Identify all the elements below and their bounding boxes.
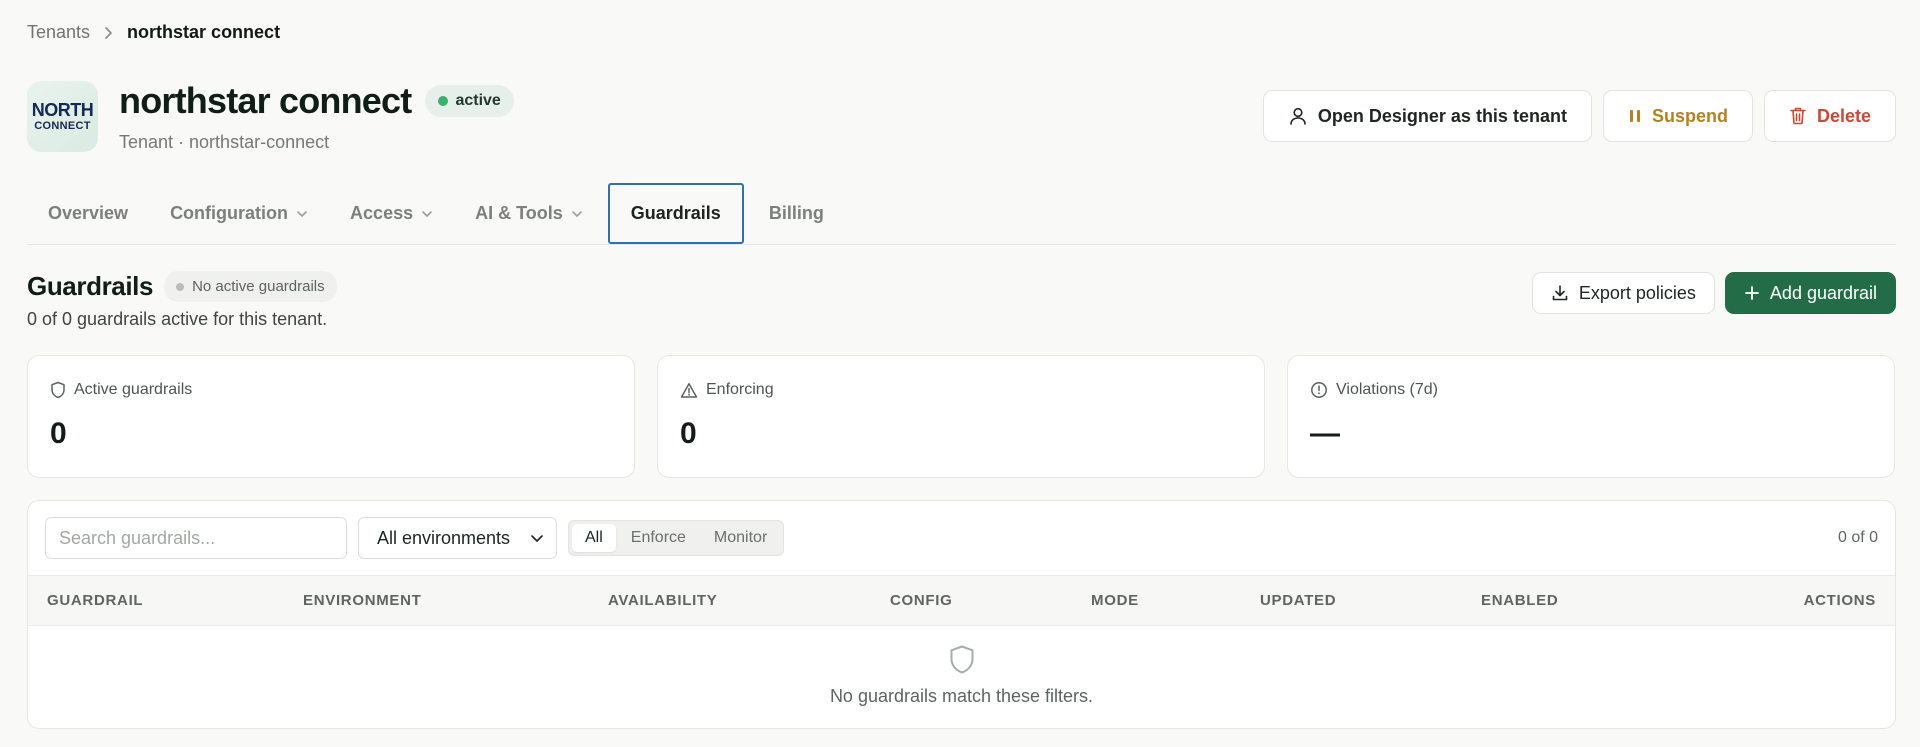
download-icon <box>1552 285 1568 301</box>
mode-filter-segmented: All Enforce Monitor <box>568 520 785 556</box>
status-dot-icon <box>176 282 185 291</box>
stat-card-active: Active guardrails 0 <box>27 355 635 478</box>
open-designer-label: Open Designer as this tenant <box>1317 105 1567 126</box>
tab-label: Overview <box>48 203 129 223</box>
tenant-tabs: Overview Configuration Access AI & Tools… <box>27 183 1896 245</box>
open-designer-button[interactable]: Open Designer as this tenant <box>1262 90 1592 142</box>
mode-filter-all[interactable]: All <box>572 524 616 552</box>
stat-label: Violations (7d) <box>1336 381 1438 398</box>
column-header-updated[interactable]: UPDATED <box>1260 576 1336 625</box>
tenant-logo: NORTH CONNECT <box>27 81 98 152</box>
tab-configuration[interactable]: Configuration <box>149 183 329 244</box>
table-toolbar: All environments All Enforce Monitor 0 o… <box>45 517 1878 559</box>
user-icon <box>1290 107 1306 125</box>
plus-icon <box>1745 286 1759 300</box>
empty-state-message: No guardrails match these filters. <box>829 686 1094 706</box>
logo-text-north: NORTH <box>31 100 94 120</box>
stat-label-row: Active guardrails <box>50 381 192 399</box>
trash-icon <box>1790 107 1806 125</box>
page-title: northstar connect <box>119 80 412 121</box>
breadcrumb-current: northstar connect <box>127 22 281 42</box>
stat-label: Active guardrails <box>74 381 193 398</box>
results-count: 0 of 0 <box>1837 529 1878 546</box>
guardrails-title-row: Guardrails No active guardrails <box>27 271 337 302</box>
tab-access[interactable]: Access <box>329 183 454 244</box>
stat-value: 0 <box>680 417 697 450</box>
add-guardrail-label: Add guardrail <box>1769 282 1877 303</box>
guardrails-status-badge: No active guardrails <box>164 271 337 302</box>
mode-filter-enforce[interactable]: Enforce <box>618 524 699 552</box>
column-header-mode[interactable]: MODE <box>1091 576 1139 625</box>
status-badge: active <box>425 85 514 117</box>
search-input[interactable] <box>45 517 347 559</box>
chevron-down-icon <box>422 210 432 217</box>
stat-label-row: Enforcing <box>680 381 774 399</box>
empty-state: No guardrails match these filters. <box>28 644 1895 707</box>
suspend-button[interactable]: Suspend <box>1602 90 1753 142</box>
guardrails-table-panel: All environments All Enforce Monitor 0 o… <box>27 500 1896 729</box>
tab-overview[interactable]: Overview <box>27 183 149 244</box>
stat-cards: Active guardrails 0 Enforcing 0 Violatio… <box>27 355 1895 478</box>
stat-label-row: Violations (7d) <box>1310 381 1438 399</box>
add-guardrail-button[interactable]: Add guardrail <box>1724 272 1896 314</box>
column-header-enabled[interactable]: ENABLED <box>1481 576 1558 625</box>
column-header-config[interactable]: CONFIG <box>890 576 953 625</box>
header-actions: Open Designer as this tenant Suspend Del… <box>1262 90 1896 142</box>
tab-label: Configuration <box>170 203 289 223</box>
delete-label: Delete <box>1816 105 1871 126</box>
delete-button[interactable]: Delete <box>1763 90 1896 142</box>
mode-filter-monitor[interactable]: Monitor <box>701 524 780 552</box>
guardrails-actions: Export policies Add guardrail <box>1531 272 1896 314</box>
chevron-down-icon <box>571 210 582 217</box>
tab-ai-tools[interactable]: AI & Tools <box>454 183 604 244</box>
stat-value: 0 <box>50 417 67 450</box>
suspend-label: Suspend <box>1651 105 1728 126</box>
warning-icon <box>680 382 698 398</box>
stat-card-violations: Violations (7d) — <box>1287 355 1895 478</box>
section-title: Guardrails <box>27 271 154 301</box>
column-header-environment[interactable]: ENVIRONMENT <box>303 576 422 625</box>
environment-select[interactable]: All environments <box>358 517 557 559</box>
stat-label: Enforcing <box>706 381 774 398</box>
chevron-down-icon <box>297 210 307 217</box>
tab-billing[interactable]: Billing <box>748 183 845 244</box>
table-header: GUARDRAIL ENVIRONMENT AVAILABILITY CONFI… <box>28 575 1895 626</box>
tenant-subtitle: Tenant · northstar-connect <box>119 132 330 152</box>
pause-icon <box>1629 110 1640 122</box>
tab-label: Access <box>350 203 414 223</box>
stat-value: — <box>1310 417 1340 450</box>
tenant-title-row: northstar connect active <box>119 80 514 122</box>
column-header-actions: ACTIONS <box>1803 592 1876 609</box>
shield-icon <box>950 645 973 674</box>
shield-icon <box>51 381 65 399</box>
chevron-down-icon <box>531 534 543 542</box>
chevron-right-icon <box>104 26 113 40</box>
tab-label: Guardrails <box>630 203 721 223</box>
column-header-availability[interactable]: AVAILABILITY <box>608 576 718 625</box>
export-policies-label: Export policies <box>1578 282 1696 303</box>
breadcrumb-tenants-link[interactable]: Tenants <box>27 22 90 43</box>
environment-select-value: All environments <box>377 527 511 548</box>
stat-card-enforcing: Enforcing 0 <box>657 355 1265 478</box>
export-policies-button[interactable]: Export policies <box>1531 272 1715 314</box>
alert-circle-icon <box>1311 382 1327 398</box>
tab-label: Billing <box>768 203 824 223</box>
logo-text-connect: CONNECT <box>34 120 91 132</box>
tab-label: AI & Tools <box>475 203 563 223</box>
guardrails-badge-label: No active guardrails <box>192 278 325 295</box>
column-header-guardrail[interactable]: GUARDRAIL <box>47 576 143 625</box>
status-label: active <box>455 92 501 109</box>
status-dot-icon <box>438 96 449 106</box>
guardrails-subtitle: 0 of 0 guardrails active for this tenant… <box>27 309 328 329</box>
breadcrumb: Tenants northstar connect <box>27 22 280 43</box>
tab-guardrails[interactable]: Guardrails <box>607 183 744 244</box>
